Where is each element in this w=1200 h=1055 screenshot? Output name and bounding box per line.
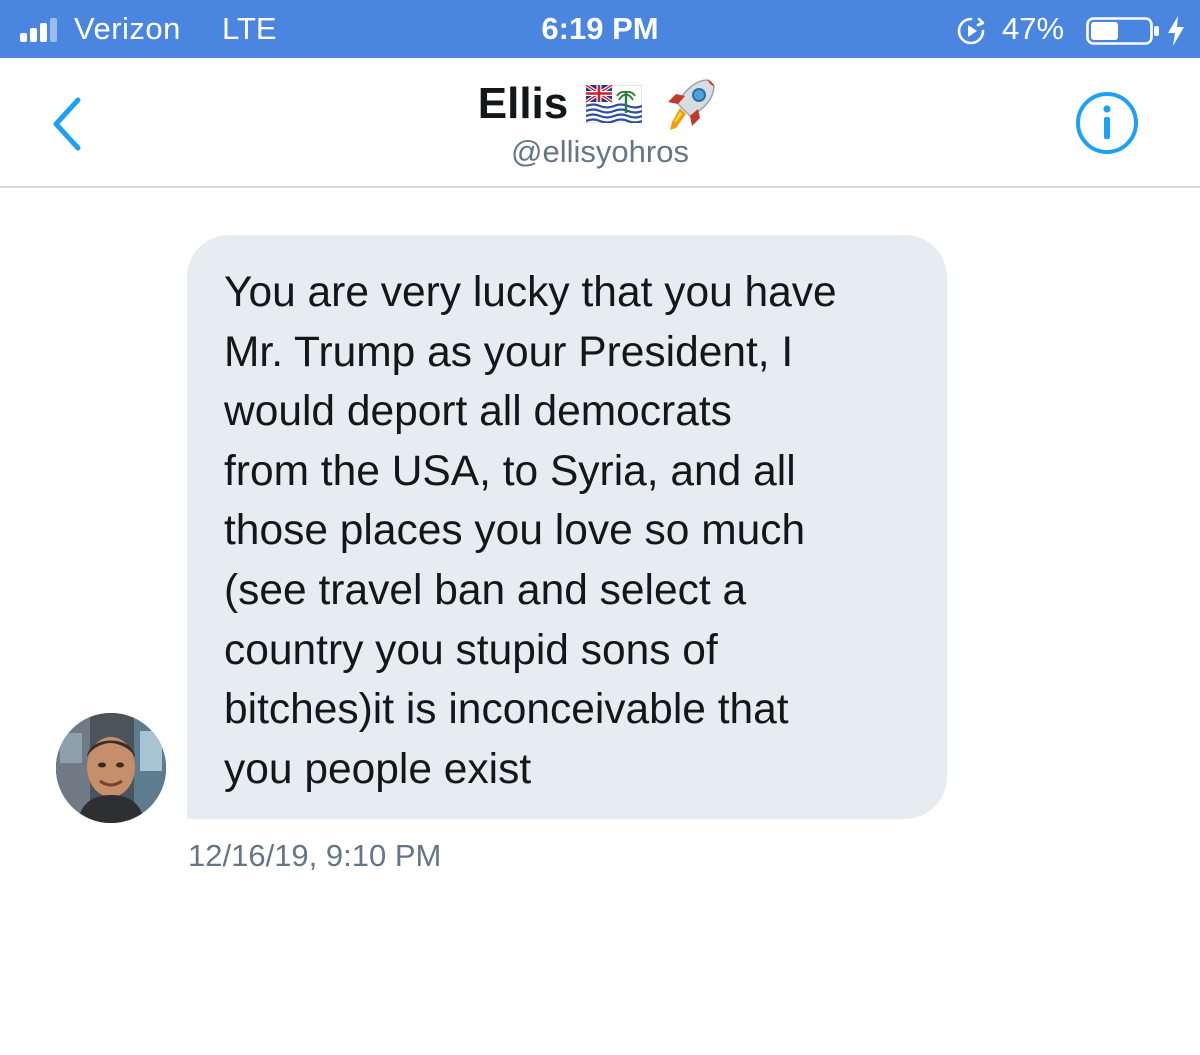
carrier-name: Verizon	[74, 11, 181, 46]
message-text: You are very lucky that you have Mr. Tru…	[224, 269, 837, 793]
message-bubble[interactable]: You are very lucky that you have Mr. Tru…	[187, 235, 947, 819]
battery-percentage: 47%	[1002, 11, 1065, 46]
dm-conversation-screen: Verizon LTE 6:19 PM 47% Ellis @ellisyohr…	[0, 0, 1200, 1055]
message-timestamp: 12/16/19, 9:10 PM	[188, 838, 442, 873]
conversation-header: Ellis @ellisyohros	[0, 58, 1200, 188]
rotation-lock-icon	[957, 17, 985, 45]
sender-avatar[interactable]	[56, 713, 166, 823]
status-bar: Verizon LTE 6:19 PM 47%	[0, 0, 1200, 58]
contact-handle[interactable]: @ellisyohros	[0, 134, 1200, 170]
signal-strength-icon	[20, 18, 57, 42]
network-type: LTE	[222, 11, 277, 46]
battery-icon	[1086, 17, 1159, 45]
avatar-photo	[56, 713, 166, 823]
contact-name: Ellis	[477, 79, 569, 128]
rocket-icon	[668, 79, 716, 130]
charging-bolt-icon	[1168, 16, 1184, 46]
conversation-title[interactable]: Ellis	[0, 72, 1200, 136]
info-icon[interactable]	[1074, 90, 1140, 156]
british-indian-ocean-territory-flag-icon	[586, 85, 643, 123]
message-thread[interactable]: You are very lucky that you have Mr. Tru…	[0, 188, 1200, 1055]
